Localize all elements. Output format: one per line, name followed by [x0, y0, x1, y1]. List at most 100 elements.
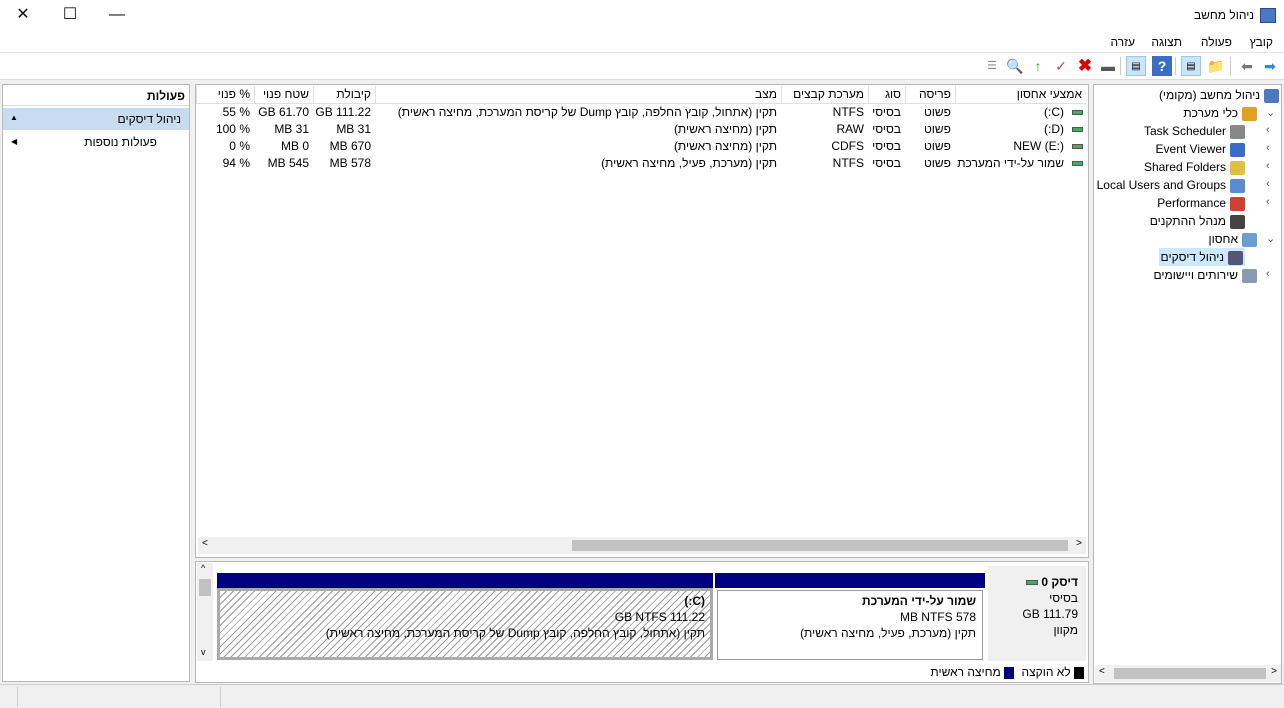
cell-filesystem: CDFS	[831, 139, 864, 153]
cell-capacity: MB 578	[329, 156, 371, 170]
column-header-status[interactable]: מצב	[375, 86, 781, 104]
clock-icon	[1230, 124, 1245, 139]
cell-layout: פשוט	[923, 156, 951, 170]
menu-file[interactable]: קובץ	[1250, 35, 1273, 49]
cell-free-space: GB 61.70	[258, 105, 309, 119]
partition-c-header	[217, 573, 713, 588]
cell-type: בסיסי	[872, 122, 901, 136]
tree-item[interactable]: ניהול דיסקים	[1158, 248, 1245, 266]
tree-item[interactable]: Local Users and Groups	[1097, 176, 1245, 194]
column-header-percent-free[interactable]: % פנוי	[196, 86, 254, 104]
cell-percent-free: % 100	[215, 122, 250, 136]
tree-item[interactable]: מנהל ההתקנים	[1150, 212, 1245, 230]
tree-item[interactable]: כלי מערכת	[1183, 104, 1257, 122]
disk-size: GB 111.79	[1022, 607, 1078, 621]
close-button[interactable]: ✕	[8, 4, 38, 26]
event-viewer-icon	[1230, 142, 1245, 157]
collapsed-chevron-icon[interactable]: ‹	[1266, 178, 1270, 190]
volume-list: אמצעי אחסון פריסה סוג מערכת קבצים מצב קי…	[195, 84, 1089, 558]
show-hide-action-icon[interactable]: ▤	[1126, 56, 1146, 76]
more-actions[interactable]: פעולות נוספות	[84, 135, 157, 149]
tree-item-label: Performance	[1157, 196, 1226, 210]
delete-icon[interactable]: ✖	[1075, 56, 1095, 76]
open-icon[interactable]: ↑	[1028, 56, 1048, 76]
drive-icon	[1072, 127, 1083, 132]
help-icon[interactable]: ?	[1152, 56, 1172, 76]
collapsed-chevron-icon[interactable]: ‹	[1266, 160, 1270, 172]
back-icon[interactable]: ⬅	[1237, 56, 1257, 76]
minimize-button[interactable]: —	[102, 4, 132, 26]
column-header-free-space[interactable]: שטח פנוי	[254, 86, 313, 104]
column-header-volume[interactable]: אמצעי אחסון	[955, 86, 1086, 104]
forward-icon[interactable]: ➡	[1260, 56, 1280, 76]
expand-icon[interactable]: ◀	[11, 137, 17, 146]
menu-view[interactable]: תצוגה	[1151, 35, 1182, 49]
cell-status: תקין (מערכת, פעיל, מחיצה ראשית)	[601, 156, 777, 170]
legend: לא הוקצה מחיצה ראשית	[930, 663, 1084, 681]
cell-layout: פשוט	[923, 139, 951, 153]
menu-help[interactable]: עזרה	[1110, 35, 1135, 49]
expanded-chevron-icon[interactable]: ⌄	[1266, 106, 1275, 119]
up-folder-icon[interactable]: 📁	[1206, 56, 1226, 76]
tree-item[interactable]: שירותים ויישומים	[1153, 266, 1257, 284]
cell-type: בסיסי	[872, 105, 901, 119]
tree-item-label: Shared Folders	[1143, 160, 1226, 174]
vertical-scroll-thumb[interactable]	[199, 579, 211, 596]
tree-item[interactable]: Performance	[1157, 194, 1245, 212]
cell-volume: NEW (E:)	[1013, 139, 1064, 153]
column-header-layout[interactable]: פריסה	[905, 86, 955, 104]
menu-action[interactable]: פעולה	[1201, 35, 1232, 49]
collapsed-chevron-icon[interactable]: ‹	[1266, 268, 1270, 280]
check-icon[interactable]: ✓	[1051, 56, 1071, 76]
tree-item-label: Local Users and Groups	[1096, 178, 1226, 192]
tree-item[interactable]: Shared Folders	[1144, 158, 1245, 176]
expanded-chevron-icon[interactable]: ⌄	[1266, 232, 1275, 245]
collapse-icon[interactable]: ▲	[10, 113, 18, 122]
tree-item-label: Task Scheduler	[1143, 124, 1226, 138]
tree-scroll-thumb[interactable]	[1114, 668, 1266, 679]
tree-item-label: Event Viewer	[1155, 142, 1226, 156]
shared-folder-icon	[1230, 160, 1245, 175]
scroll-right-icon[interactable]: >	[1076, 538, 1082, 549]
storage-icon	[1242, 232, 1257, 247]
tree-item[interactable]: Event Viewer	[1156, 140, 1245, 158]
tree-item[interactable]: Task Scheduler	[1144, 122, 1245, 140]
cell-free-space: MB 545	[267, 156, 309, 170]
partition-c[interactable]: (C:) GB NTFS 111.22 תקין (אתחול, קובץ הח…	[217, 588, 713, 660]
collapsed-chevron-icon[interactable]: ‹	[1266, 196, 1270, 208]
vertical-scrollbar[interactable]: ^ v	[197, 563, 213, 661]
search-icon[interactable]: 🔍	[1005, 56, 1025, 76]
tree-item[interactable]: ניהול מחשב (מקומי)	[1159, 86, 1279, 104]
collapsed-chevron-icon[interactable]: ‹	[1266, 124, 1270, 136]
partition-status: תקין (אתחול, קובץ החלפה, קובץ Dump של קר…	[325, 626, 705, 640]
maximize-button[interactable]: ☐	[55, 4, 85, 26]
partition-system-reserved[interactable]: שמור על-ידי המערכת MB NTFS 578 תקין (מער…	[717, 590, 983, 660]
horizontal-scrollbar[interactable]: < >	[198, 537, 1086, 554]
legend-unallocated: לא הוקצה	[1021, 665, 1071, 679]
partition-title: שמור על-ידי המערכת	[861, 594, 976, 608]
cell-status: תקין (אתחול, קובץ החלפה, קובץ Dump של קר…	[397, 105, 777, 119]
cell-filesystem: NTFS	[832, 156, 864, 170]
column-header-filesystem[interactable]: מערכת קבצים	[781, 86, 868, 104]
tree-item-label: שירותים ויישומים	[1153, 268, 1238, 282]
rescan-icon[interactable]: ▬	[1098, 56, 1118, 76]
partition-status: תקין (מערכת, פעיל, מחיצה ראשית)	[800, 626, 976, 640]
disk-0-info[interactable]: דיסק 0 בסיסי GB 111.79 מקוון	[988, 566, 1086, 661]
collapsed-chevron-icon[interactable]: ‹	[1266, 142, 1270, 154]
cell-percent-free: % 55	[222, 105, 250, 119]
disk-type: בסיסי	[1049, 591, 1078, 605]
properties-icon[interactable]: ☰	[982, 56, 1002, 76]
tree-horizontal-scrollbar[interactable]: < >	[1095, 665, 1281, 682]
column-header-type[interactable]: סוג	[868, 86, 905, 104]
cell-free-space: MB 31	[274, 122, 309, 136]
horizontal-scroll-thumb[interactable]	[572, 540, 1068, 551]
tree-item[interactable]: אחסון	[1208, 230, 1257, 248]
tree-item-label: כלי מערכת	[1183, 106, 1238, 120]
services-icon	[1242, 268, 1257, 283]
cd-drive-icon	[1072, 144, 1083, 149]
show-hide-tree-icon[interactable]: ▤	[1181, 56, 1201, 76]
scroll-left-icon[interactable]: <	[202, 538, 208, 549]
actions-section-disk-management[interactable]: ניהול דיסקים	[3, 108, 189, 130]
cell-layout: פשוט	[923, 122, 951, 136]
column-header-capacity[interactable]: קיבולת	[313, 86, 375, 104]
